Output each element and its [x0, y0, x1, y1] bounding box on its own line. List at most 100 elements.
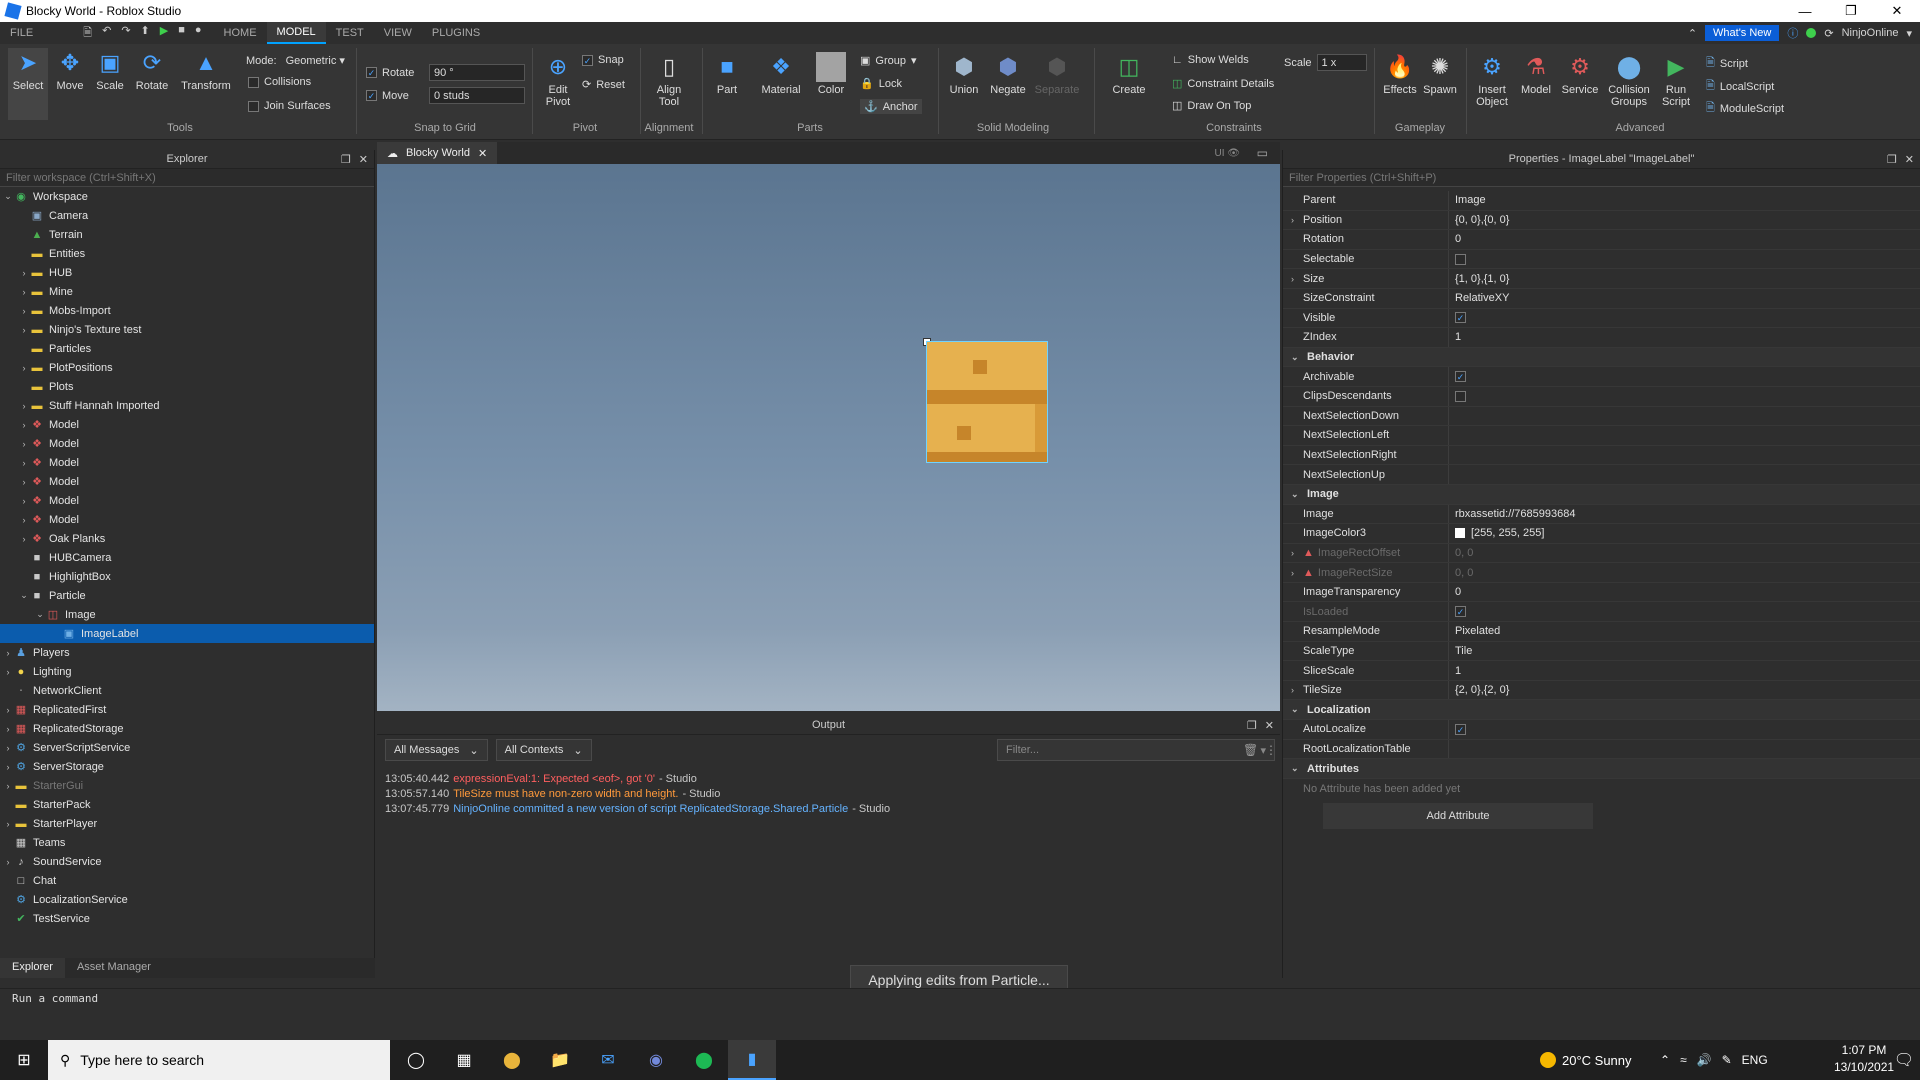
chevron-right-icon[interactable]: › [2, 743, 14, 753]
negate-button[interactable]: ⬢ Negate [988, 52, 1028, 96]
chevron-right-icon[interactable]: › [2, 705, 14, 715]
share-icon[interactable]: ⟳ [1824, 27, 1833, 40]
rotate-snap-checkbox[interactable]: ✓ [366, 67, 377, 78]
property-checkbox[interactable]: ✓ [1455, 606, 1466, 618]
rotate-snap-input[interactable]: 90 ° [429, 64, 525, 81]
pivot-reset-button[interactable]: ⟳ Reset [582, 78, 625, 92]
chevron-right-icon[interactable]: › [1291, 548, 1294, 558]
help-icon[interactable]: ⓘ [1787, 25, 1798, 41]
messages-filter-dropdown[interactable]: All Messages ⌄ [385, 739, 488, 761]
chevron-right-icon[interactable]: › [2, 648, 14, 658]
rotate-tool-button[interactable]: ⟳ Rotate [132, 48, 172, 92]
move-tool-button[interactable]: ✥ Move [52, 48, 88, 92]
move-snap-input[interactable]: 0 studs [429, 87, 525, 104]
chevron-right-icon[interactable]: › [2, 819, 14, 829]
output-message[interactable]: NinjoOnline committed a new version of s… [453, 803, 848, 815]
property-row[interactable]: Rotation 0 [1283, 230, 1920, 250]
publish-icon[interactable]: ⬆ [141, 24, 150, 43]
property-row[interactable]: › ▲ ImageRectOffset 0, 0 [1283, 543, 1920, 564]
property-row[interactable]: AutoLocalize ✓ [1283, 720, 1920, 740]
property-value[interactable]: ✓ [1448, 308, 1920, 328]
explorer-item[interactable]: › ❖ Model [0, 415, 374, 434]
property-value[interactable]: {0, 0},{0, 0} [1448, 210, 1920, 230]
property-checkbox[interactable]: ✓ [1455, 312, 1466, 324]
chevron-right-icon[interactable]: › [1291, 568, 1294, 578]
chevron-right-icon[interactable]: › [2, 667, 14, 677]
volume-icon[interactable]: 🔊 [1697, 1053, 1712, 1067]
tab-asset-manager[interactable]: Asset Manager [65, 958, 163, 978]
effects-button[interactable]: 🔥 Effects [1380, 52, 1420, 96]
more-options-icon[interactable]: ⋮ [1265, 743, 1277, 757]
explorer-item[interactable]: ✔ TestService [0, 909, 374, 928]
chevron-right-icon[interactable]: › [18, 515, 30, 525]
anchor-button[interactable]: ⚓ Anchor [860, 99, 922, 114]
file-explorer-icon[interactable]: 📁 [536, 1040, 584, 1080]
property-checkbox[interactable]: ✓ [1455, 723, 1466, 735]
property-value[interactable]: Image [1448, 191, 1920, 210]
property-value[interactable] [1448, 465, 1920, 484]
property-value[interactable]: 0, 0 [1448, 543, 1920, 563]
property-row[interactable]: ZIndex 1 [1283, 328, 1920, 348]
tab-view[interactable]: VIEW [374, 22, 422, 44]
explorer-item[interactable]: › ❖ Model [0, 434, 374, 453]
property-row[interactable]: › Size {1, 0},{1, 0} [1283, 269, 1920, 289]
property-row[interactable]: NextSelectionRight [1283, 445, 1920, 466]
align-tool-button[interactable]: ▯ Align Tool [648, 52, 690, 108]
property-value[interactable]: 1 [1448, 661, 1920, 680]
output-message[interactable]: expressionEval:1: Expected <eof>, got '0… [453, 773, 655, 785]
maximize-button[interactable]: ❐ [1828, 0, 1874, 22]
output-filter-input[interactable]: Filter... ▾ [997, 739, 1275, 761]
chevron-right-icon[interactable]: › [18, 306, 30, 316]
explorer-item[interactable]: › ❖ Model [0, 510, 374, 529]
output-message[interactable]: TileSize must have non-zero width and he… [453, 788, 678, 800]
wifi-icon[interactable]: ≈ [1680, 1053, 1687, 1067]
explorer-item[interactable]: ⌄ ■ Particle [0, 586, 374, 605]
script-button[interactable]: 🗎 Script [1706, 54, 1748, 73]
select-tool-button[interactable]: ➤ Select [8, 48, 48, 120]
property-value[interactable]: {2, 0},{2, 0} [1448, 680, 1920, 700]
explorer-item[interactable]: □ Chat [0, 871, 374, 890]
explorer-item[interactable]: › ❖ Model [0, 491, 374, 510]
property-row[interactable]: › Position {0, 0},{0, 0} [1283, 210, 1920, 231]
property-row[interactable]: › ▲ ImageRectSize 0, 0 [1283, 563, 1920, 583]
color-button[interactable]: Color [812, 52, 850, 96]
property-value[interactable]: 0 [1448, 582, 1920, 602]
document-tab[interactable]: ☁ Blocky World ✕ [377, 142, 498, 164]
scale-tool-button[interactable]: ▣ Scale [92, 48, 128, 92]
explorer-item[interactable]: › ▬ StarterPlayer [0, 814, 374, 833]
undock-icon[interactable]: ❐ [1887, 153, 1897, 166]
chevron-right-icon[interactable]: › [18, 268, 30, 278]
minimize-button[interactable]: — [1782, 0, 1828, 22]
tab-model[interactable]: MODEL [266, 22, 326, 44]
explorer-item[interactable]: › ⚙ ServerScriptService [0, 738, 374, 757]
property-value[interactable]: 1 [1448, 328, 1920, 347]
play-icon[interactable]: ▶ [160, 24, 168, 43]
tab-test[interactable]: TEST [326, 22, 374, 44]
property-value[interactable] [1448, 426, 1920, 445]
explorer-item[interactable]: ▣ Camera [0, 206, 374, 225]
chevron-down-icon[interactable]: ⌄ [34, 609, 46, 620]
property-value[interactable] [1448, 386, 1920, 406]
properties-filter-input[interactable]: Filter Properties (Ctrl+Shift+P) [1283, 169, 1920, 187]
redo-icon[interactable]: ↷ [121, 24, 130, 43]
constraint-scale-input[interactable]: 1 x [1316, 54, 1367, 71]
run-script-button[interactable]: ▶ Run Script [1656, 52, 1696, 108]
chevron-right-icon[interactable]: › [1291, 685, 1294, 695]
property-category[interactable]: ⌄ Attributes [1283, 759, 1920, 779]
user-name[interactable]: NinjoOnline [1842, 27, 1899, 39]
explorer-item[interactable]: › ▦ ReplicatedFirst [0, 700, 374, 719]
discord-icon[interactable]: ◉ [632, 1040, 680, 1080]
lock-button[interactable]: 🔒 Lock [860, 77, 902, 91]
close-panel-icon[interactable]: ✕ [359, 153, 368, 166]
property-row[interactable]: NextSelectionDown [1283, 406, 1920, 427]
property-row[interactable]: Image rbxassetid://7685993684 [1283, 504, 1920, 525]
explorer-item[interactable]: › ▬ Stuff Hannah Imported [0, 396, 374, 415]
chevron-right-icon[interactable]: › [18, 325, 30, 335]
task-view-icon[interactable]: ▦ [440, 1040, 488, 1080]
explorer-item[interactable]: ⚙ LocalizationService [0, 890, 374, 909]
property-row[interactable]: NextSelectionUp [1283, 465, 1920, 485]
explorer-item[interactable]: › ▬ HUB [0, 263, 374, 282]
weather-widget[interactable]: 20°C Sunny [1540, 1040, 1632, 1080]
pen-icon[interactable]: ✎ [1722, 1053, 1732, 1067]
spotify-icon[interactable]: ⬤ [680, 1040, 728, 1080]
